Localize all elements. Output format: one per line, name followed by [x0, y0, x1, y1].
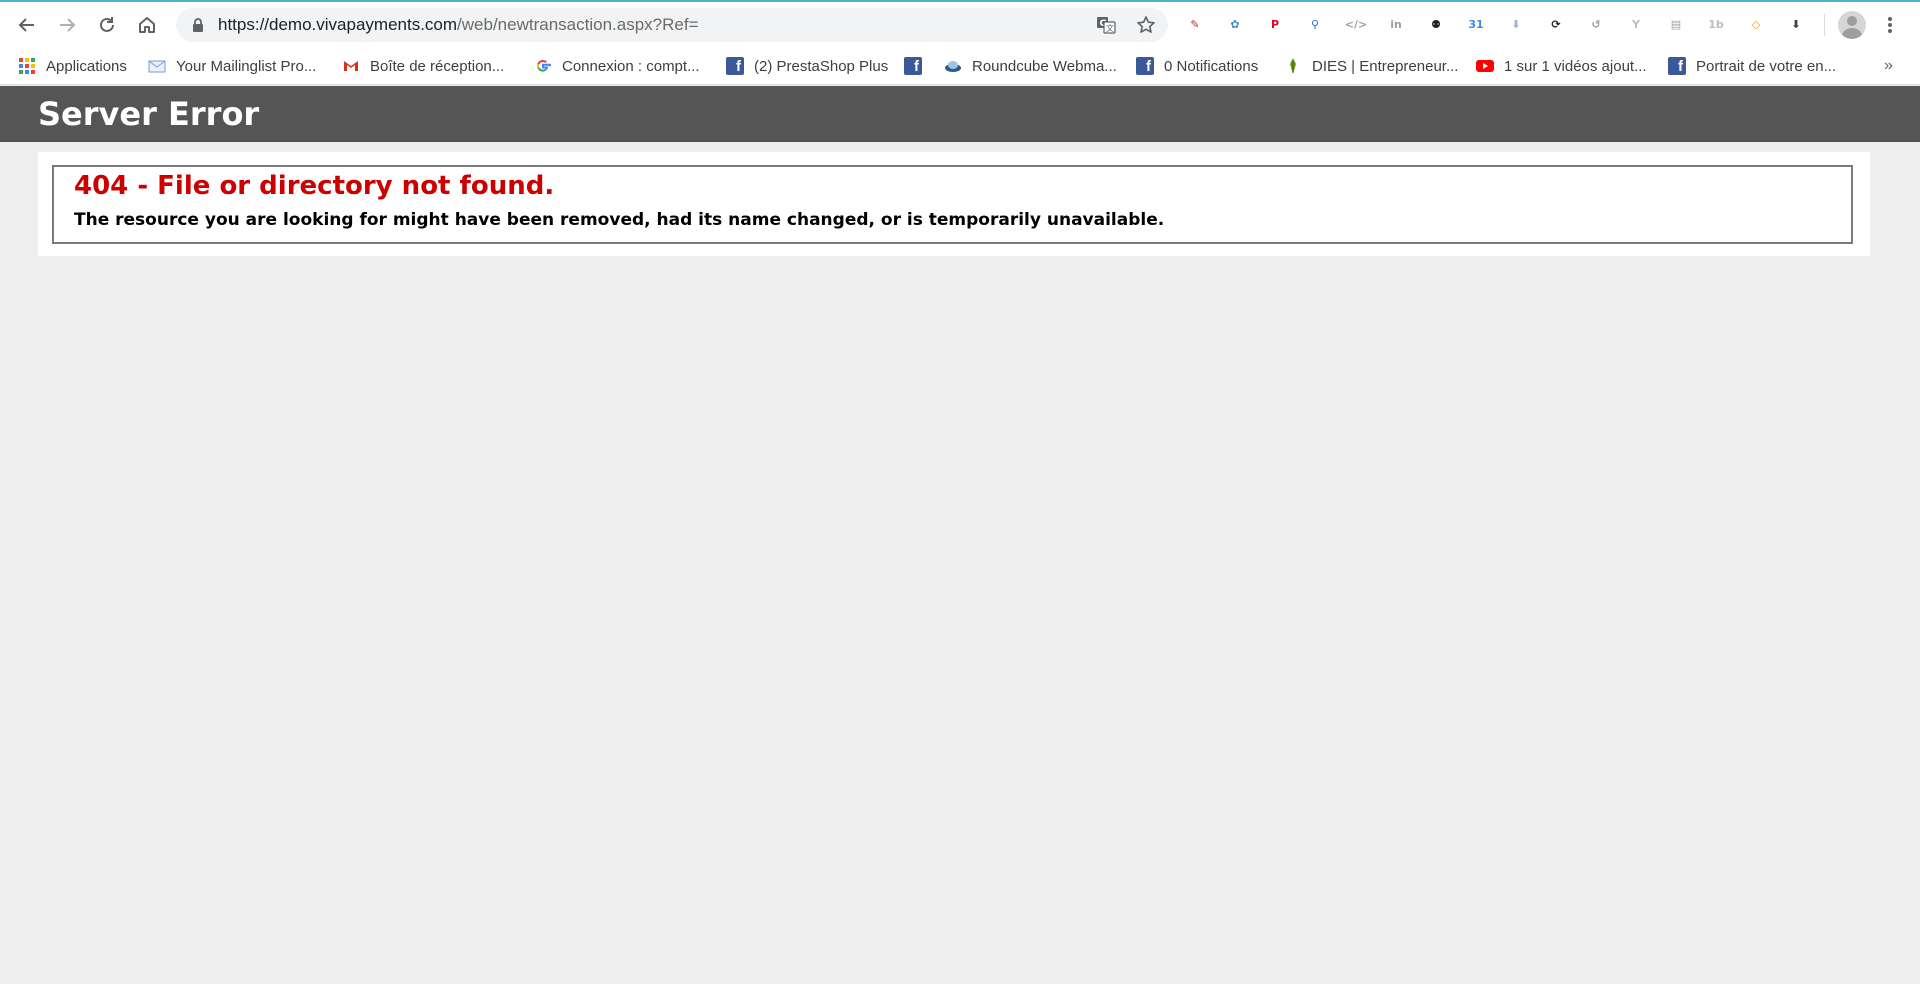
reload-icon	[100, 17, 114, 32]
address-bar[interactable]: https://demo.vivapayments.com/web/newtra…	[176, 8, 1168, 42]
error-heading: 404 - File or directory not found.	[74, 171, 555, 201]
bookmark-label: 1 sur 1 vidéos ajout...	[1504, 57, 1647, 75]
bookmark-youtube[interactable]: 1 sur 1 vidéos ajout...	[1476, 53, 1647, 79]
home-icon	[139, 17, 155, 33]
bookmark-portrait[interactable]: f Portrait de votre en...	[1668, 53, 1836, 79]
bookmark-gmail[interactable]: Boîte de réception...	[342, 53, 504, 79]
shapes-extension-icon[interactable]: ✿	[1224, 13, 1246, 35]
sync-extension-icon[interactable]: ⟳	[1545, 13, 1567, 35]
bookmark-label: Portrait de votre en...	[1696, 57, 1837, 75]
bookmark-google[interactable]: Connexion : compt...	[534, 53, 700, 79]
back-arrow-icon	[18, 18, 34, 32]
url-path: /web/newtransaction.aspx?Ref=	[457, 15, 699, 34]
code-extension-icon[interactable]: </>	[1345, 13, 1367, 35]
download-arrow-extension-icon[interactable]: ⬇	[1505, 13, 1527, 35]
page-content: Server Error 404 - File or directory not…	[0, 86, 1920, 984]
bookmarks-bar: Applications Your Mailinglist Pro... Boîte…	[0, 47, 1920, 85]
toolbar-divider	[1824, 14, 1825, 36]
calendar-extension-icon[interactable]: 31	[1465, 13, 1487, 35]
roundcube-icon	[944, 57, 962, 75]
youtube-icon	[1476, 57, 1494, 75]
svg-text:文: 文	[1106, 23, 1114, 33]
error-fieldset: 404 - File or directory not found. The r…	[52, 165, 1853, 244]
facebook-icon: f	[1136, 57, 1154, 75]
bookmark-label: Roundcube Webma...	[972, 57, 1117, 75]
leaf-icon	[1284, 57, 1302, 75]
apps-grid-icon	[18, 57, 36, 75]
page-title: Server Error	[38, 95, 260, 133]
bookmark-applications[interactable]: Applications	[18, 53, 127, 79]
1b-extension-icon[interactable]: 1b	[1705, 13, 1727, 35]
magnifier-extension-icon[interactable]: ⚲	[1304, 13, 1326, 35]
bookmark-label: (2) PrestaShop Plus	[754, 57, 889, 75]
facebook-icon: f	[1668, 57, 1686, 75]
bookmark-dies[interactable]: DIES | Entrepreneur...	[1284, 53, 1458, 79]
content-container: 404 - File or directory not found. The r…	[38, 152, 1870, 256]
forward-button[interactable]	[52, 10, 82, 40]
url-text[interactable]: https://demo.vivapayments.com/web/newtra…	[218, 8, 699, 42]
facebook-icon: f	[904, 57, 922, 75]
owl-extension-icon[interactable]: ⚉	[1425, 13, 1447, 35]
facebook-icon: f	[726, 57, 744, 75]
bookmark-notifications[interactable]: f 0 Notifications	[1136, 53, 1258, 79]
bookmark-prestashop[interactable]: f (2) PrestaShop Plus	[726, 53, 888, 79]
reload-button[interactable]	[92, 10, 122, 40]
bookmark-label: Applications	[46, 57, 127, 75]
diamond-extension-icon[interactable]: ◇	[1745, 13, 1767, 35]
bookmark-label: 0 Notifications	[1164, 57, 1259, 75]
envelope-icon	[148, 57, 166, 75]
bookmark-roundcube[interactable]: Roundcube Webma...	[944, 53, 1117, 79]
bookmarks-overflow-icon[interactable]: »	[1884, 57, 1893, 75]
download-box-extension-icon[interactable]: ⬇	[1785, 13, 1807, 35]
pdf-extension-icon[interactable]: ✎	[1184, 13, 1206, 35]
lock-icon	[193, 18, 203, 32]
bookmark-mailinglist[interactable]: Your Mailinglist Pro...	[148, 53, 316, 79]
bookmark-label: Your Mailinglist Pro...	[176, 57, 317, 75]
bookmark-label: DIES | Entrepreneur...	[1312, 57, 1459, 75]
error-message: The resource you are looking for might h…	[74, 210, 1165, 230]
history-extension-icon[interactable]: ↺	[1585, 13, 1607, 35]
linkedin-extension-icon[interactable]: in	[1385, 13, 1407, 35]
url-host: https://demo.vivapayments.com	[218, 15, 458, 34]
bookmark-label: Connexion : compt...	[562, 57, 700, 75]
gmail-icon	[342, 57, 360, 75]
translate-icon[interactable]: G文	[1096, 15, 1116, 35]
browser-toolbar: https://demo.vivapayments.com/web/newtra…	[0, 0, 1920, 47]
bookmark-label: Boîte de réception...	[370, 57, 505, 75]
forward-arrow-icon	[60, 18, 76, 32]
bookmark-star-icon[interactable]	[1136, 15, 1156, 35]
profile-avatar-icon[interactable]	[1838, 11, 1866, 39]
pinterest-extension-icon[interactable]: P	[1264, 13, 1286, 35]
header-bar: Server Error	[0, 86, 1920, 142]
browser-menu-icon[interactable]	[1884, 14, 1896, 36]
back-button[interactable]	[12, 10, 42, 40]
home-button[interactable]	[132, 10, 162, 40]
bookmark-facebook[interactable]: f	[904, 53, 932, 79]
google-icon	[534, 57, 552, 75]
y-extension-icon[interactable]: Y	[1625, 13, 1647, 35]
card-extension-icon[interactable]: ▤	[1665, 13, 1687, 35]
